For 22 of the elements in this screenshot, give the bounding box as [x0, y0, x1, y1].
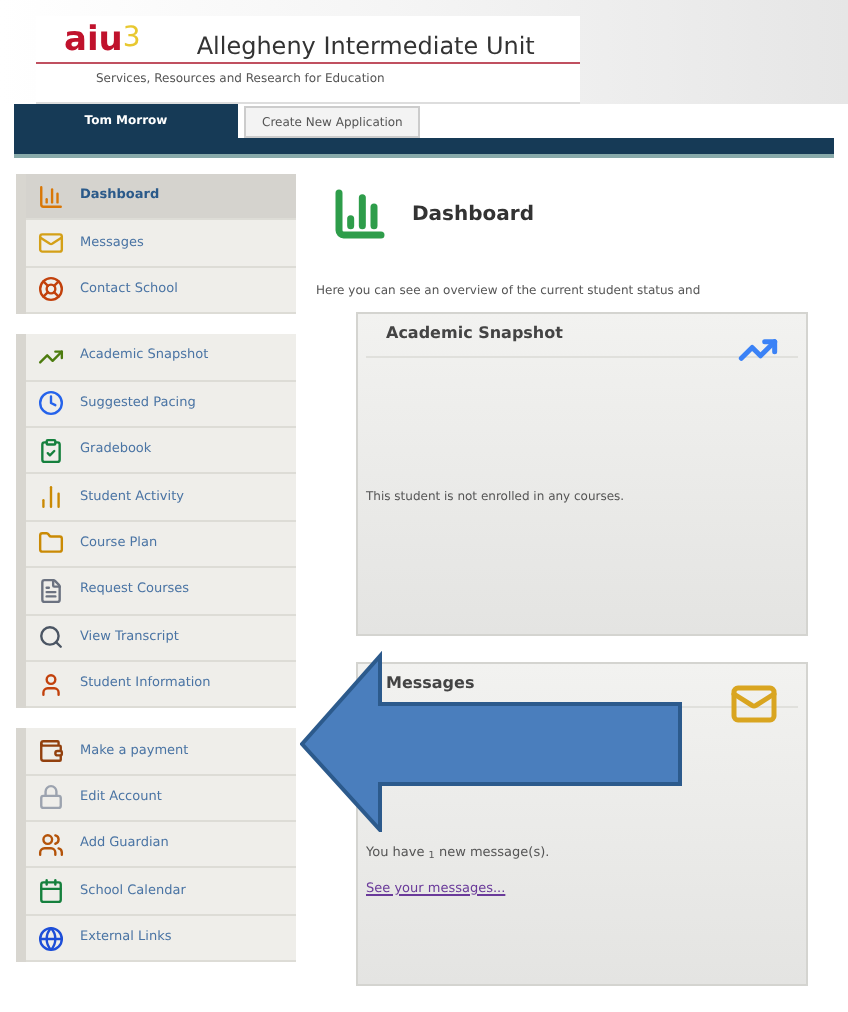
card-title: Messages: [386, 672, 475, 696]
magnifier-icon: [38, 624, 64, 651]
clipboard-check-icon: [38, 437, 64, 464]
chart-icon: [332, 186, 388, 242]
card-title: Academic Snapshot: [386, 322, 563, 346]
envelope-icon: [38, 230, 64, 257]
wallet-icon: [38, 737, 64, 764]
person-icon: [38, 671, 64, 698]
folder-icon: [38, 530, 64, 557]
document-icon: [38, 577, 64, 604]
page-title: Dashboard: [412, 201, 534, 229]
logo: aiu3: [64, 24, 141, 58]
clock-icon: [38, 390, 64, 417]
calendar-icon: [38, 878, 64, 905]
globe-icon: [38, 925, 64, 952]
people-icon: [38, 831, 64, 858]
envelope-icon: [730, 680, 778, 728]
site-title: Allegheny Intermediate Unit: [196, 34, 535, 58]
lifebuoy-icon: [38, 276, 64, 303]
lock-icon: [38, 784, 64, 811]
chart-icon: [38, 183, 64, 210]
chart-icon: [38, 484, 64, 511]
